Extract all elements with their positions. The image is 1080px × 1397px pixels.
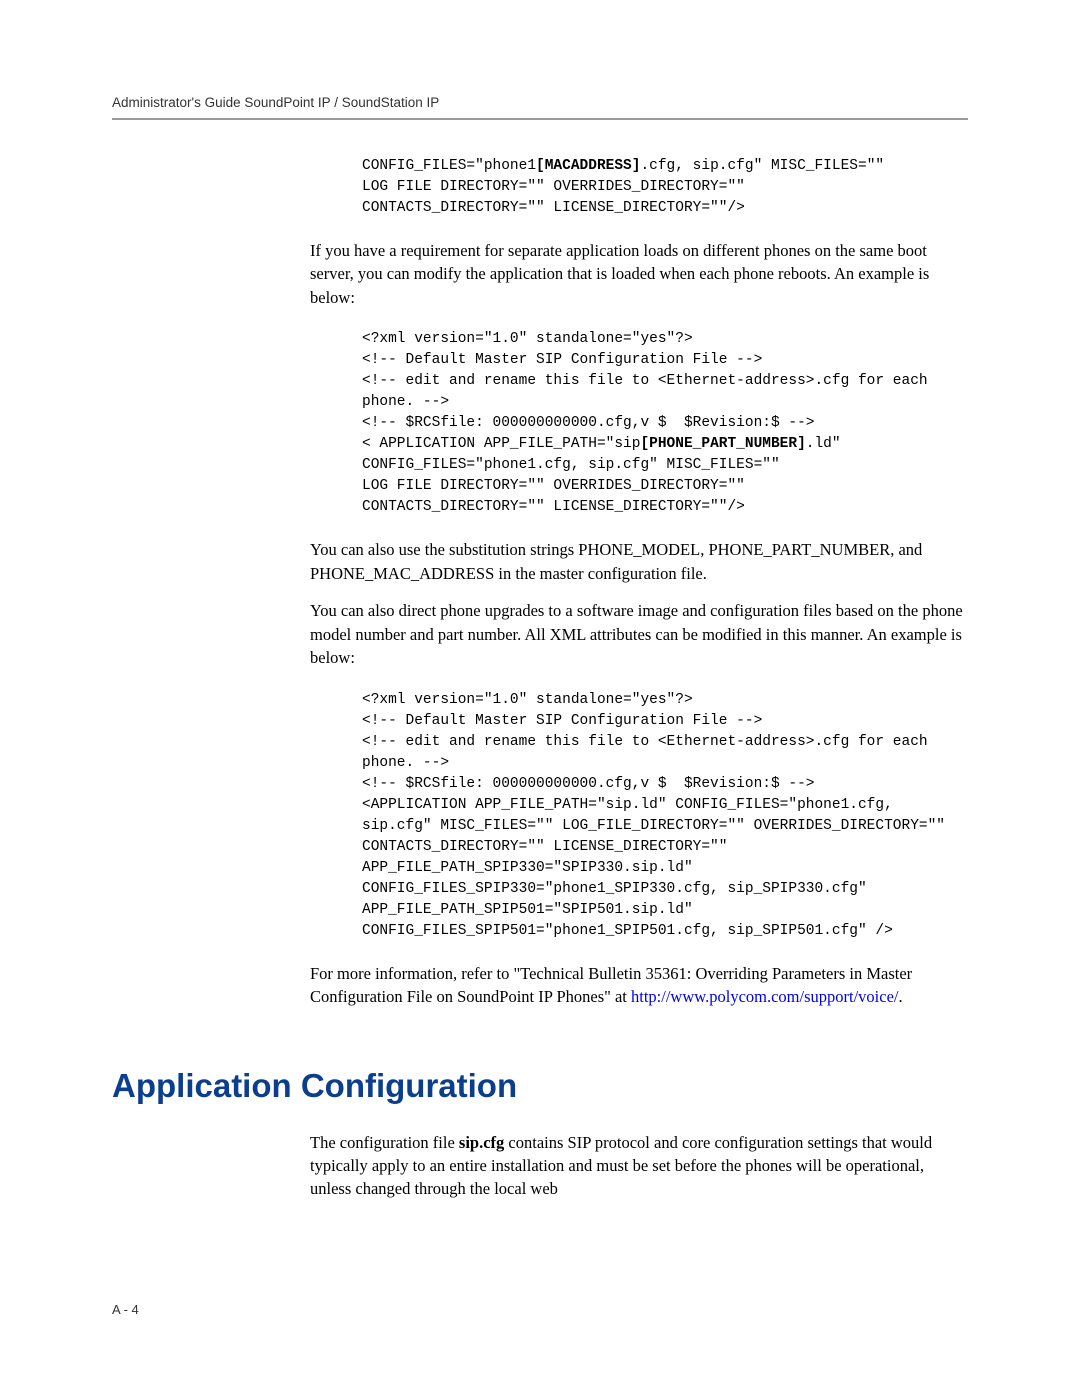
support-link[interactable]: http://www.polycom.com/support/voice/: [631, 987, 898, 1006]
paragraph-4: For more information, refer to "Technica…: [310, 962, 968, 1009]
section-heading: Application Configuration: [112, 1067, 968, 1105]
code-block-1: CONFIG_FILES="phone1[MACADDRESS].cfg, si…: [362, 156, 968, 219]
header-rule: [112, 118, 968, 120]
header-title: Administrator's Guide SoundPoint IP / So…: [112, 95, 439, 110]
page-number: A - 4: [112, 1302, 139, 1317]
page-header: Administrator's Guide SoundPoint IP / So…: [112, 95, 968, 110]
paragraph-1: If you have a requirement for separate a…: [310, 239, 968, 309]
paragraph-2: You can also use the substitution string…: [310, 538, 968, 585]
paragraph-5: The configuration file sip.cfg contains …: [310, 1131, 968, 1201]
code-block-2: <?xml version="1.0" standalone="yes"?> <…: [362, 329, 968, 518]
paragraph-3: You can also direct phone upgrades to a …: [310, 599, 968, 669]
code-block-3: <?xml version="1.0" standalone="yes"?> <…: [362, 690, 968, 942]
